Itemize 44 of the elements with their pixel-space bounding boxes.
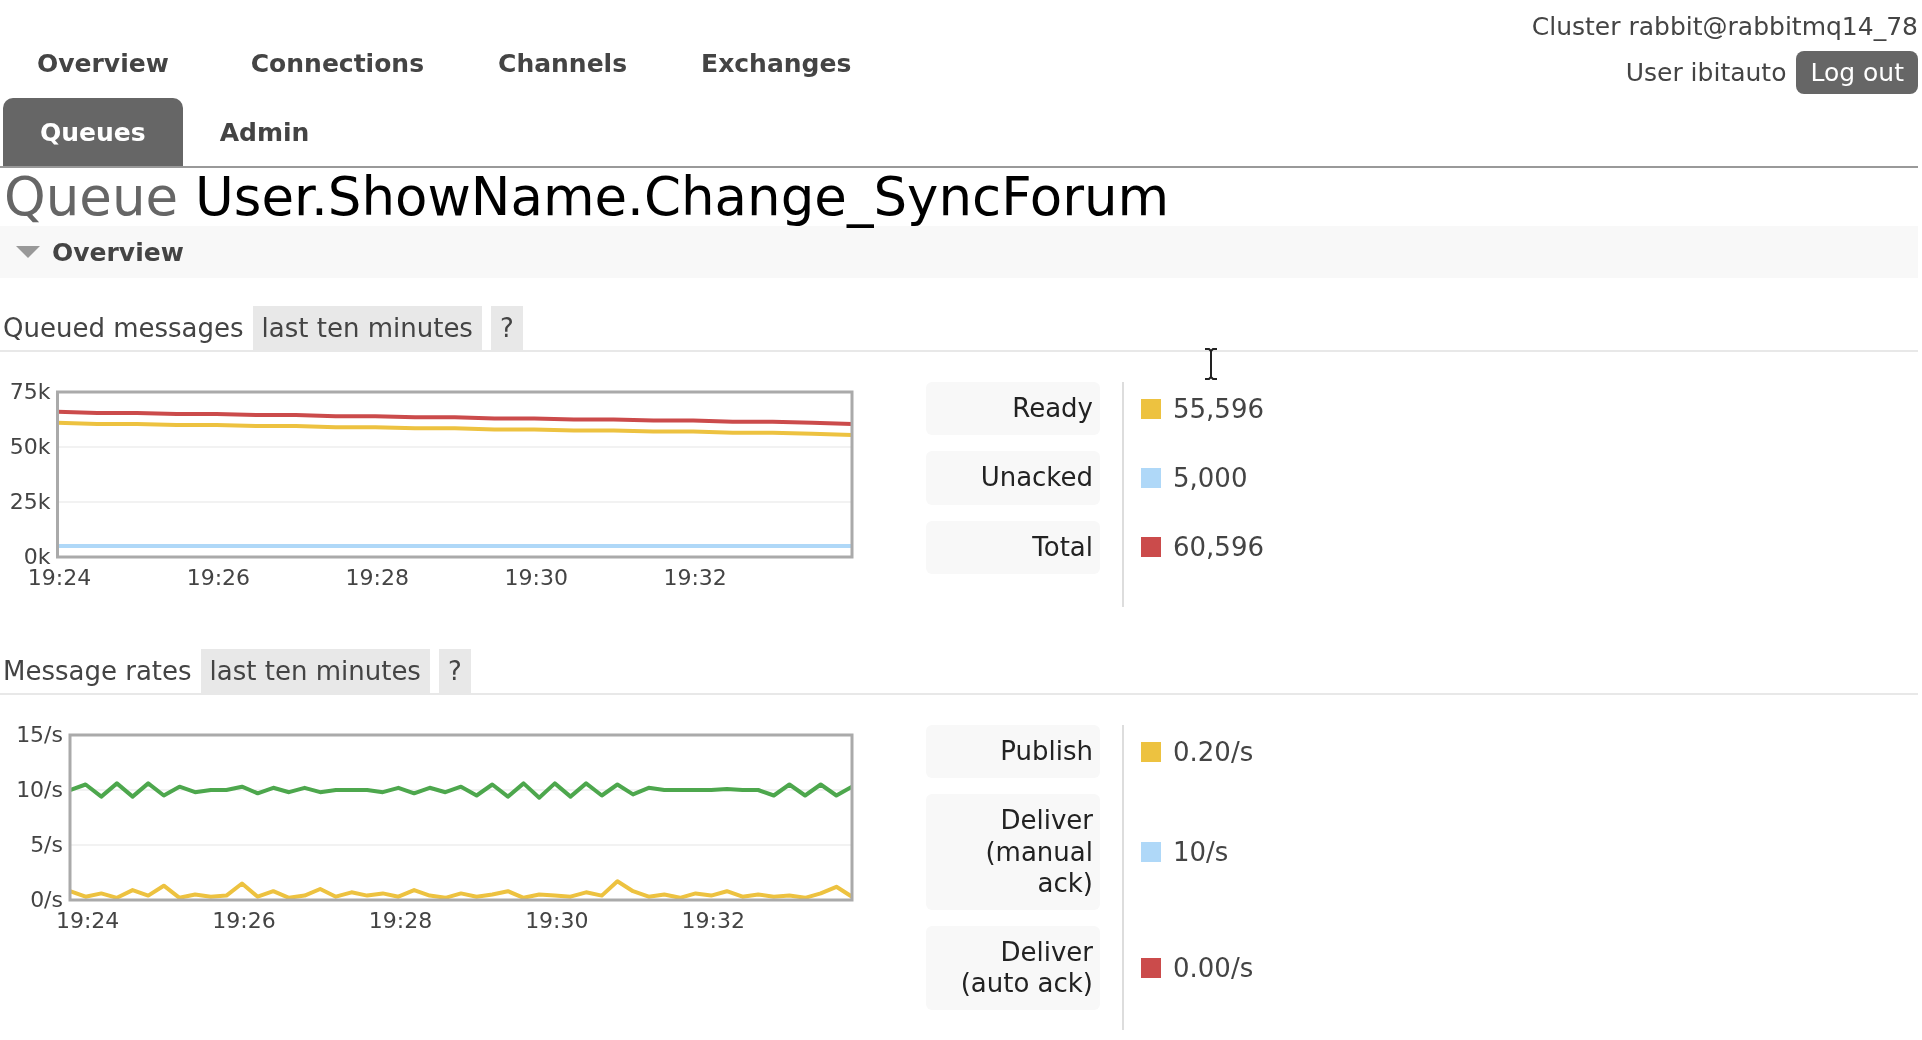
page-title: Queue User.ShowName.Change_SyncForum	[4, 168, 1171, 227]
x-axis-label: 19:32	[681, 908, 745, 931]
help-button[interactable]: ?	[490, 306, 523, 351]
user-name: User ibitauto	[1625, 58, 1787, 87]
legend-value: 10/s	[1173, 837, 1229, 868]
y-axis-label: 10/s	[16, 777, 63, 803]
nav-tab[interactable]: Admin	[182, 98, 347, 166]
legend-value: 0.20/s	[1173, 736, 1254, 767]
x-axis-label: 19:28	[345, 565, 409, 588]
legend-label: Unacked	[926, 451, 1100, 505]
y-axis-label: 50k	[9, 434, 51, 460]
legend-label: Total	[926, 520, 1100, 574]
x-axis-label: 19:32	[663, 565, 727, 588]
help-button[interactable]: ?	[438, 649, 471, 694]
legend-label: Ready	[926, 382, 1100, 436]
legend-value: 5,000	[1173, 463, 1248, 494]
nav-tab[interactable]: Overview	[0, 49, 206, 78]
x-axis-label: 19:28	[368, 908, 433, 931]
nav-tab[interactable]: Exchanges	[664, 49, 889, 78]
legend-value: 0.00/s	[1173, 953, 1254, 984]
x-axis-label: 19:26	[186, 565, 251, 588]
nav-tab[interactable]: Channels	[461, 49, 665, 78]
panel-heading: Message rates	[3, 656, 192, 687]
y-axis-label: 5/s	[30, 832, 63, 858]
x-axis-label: 19:30	[525, 908, 589, 931]
legend-label: Deliver (manual ack)	[926, 794, 1100, 911]
legend-value: 55,596	[1173, 393, 1264, 424]
range-selector[interactable]: last ten minutes	[200, 649, 430, 694]
x-axis-label: 19:26	[212, 908, 276, 931]
text-cursor-icon	[1204, 348, 1218, 380]
y-axis-label: 75k	[9, 382, 51, 405]
y-axis-label: 25k	[9, 489, 51, 515]
cluster-name: Cluster rabbit@rabbitmq14_78	[1531, 12, 1918, 41]
y-axis-label: 15/s	[16, 725, 63, 748]
panel-heading: Queued messages	[3, 313, 244, 344]
section-title: Overview	[52, 237, 184, 267]
nav-tab[interactable]: Connections	[205, 49, 462, 78]
x-axis-label: 19:30	[504, 565, 568, 588]
legend-label: Deliver (auto ack)	[926, 926, 1100, 1011]
legend-label: Publish	[926, 725, 1100, 779]
legend-value: 60,596	[1173, 532, 1264, 563]
logout-button[interactable]: Log out	[1796, 51, 1918, 94]
nav-tab[interactable]: Queues	[3, 98, 183, 166]
range-selector[interactable]: last ten minutes	[252, 306, 482, 351]
